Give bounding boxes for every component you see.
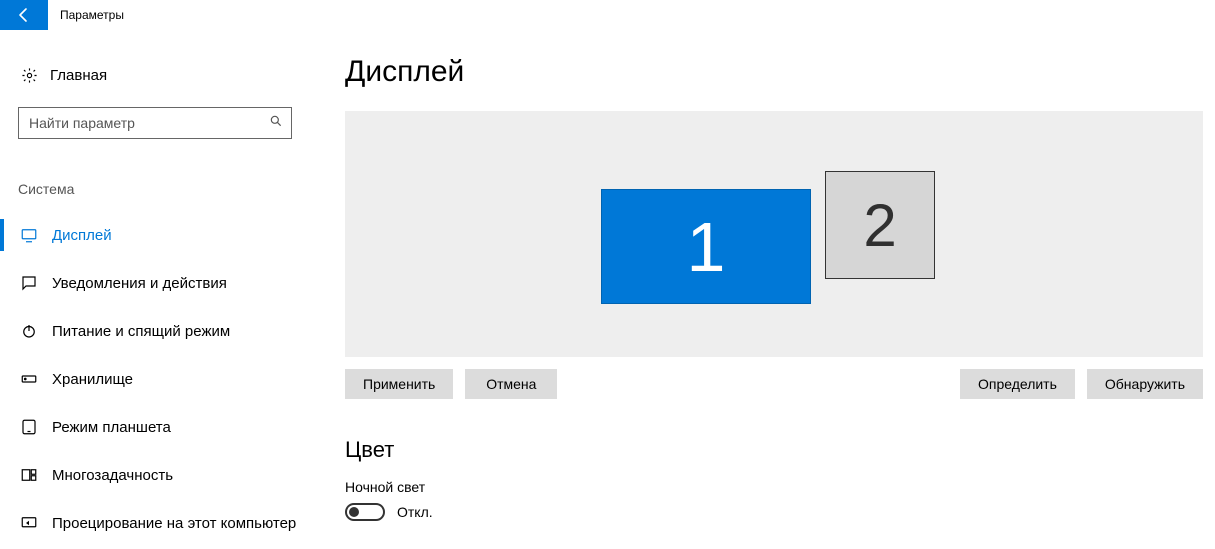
main-content: Дисплей 1 2 Применить Отмена Определить … [310, 30, 1215, 549]
toggle-knob [349, 507, 359, 517]
arrow-left-icon [16, 7, 32, 23]
nav-item-power[interactable]: Питание и спящий режим [0, 307, 310, 355]
color-section-title: Цвет [345, 437, 1203, 463]
gear-icon [18, 67, 40, 84]
night-light-toggle[interactable] [345, 503, 385, 521]
identify-button[interactable]: Определить [960, 369, 1075, 399]
nav-label: Режим планшета [52, 419, 171, 436]
titlebar: Параметры [0, 0, 1215, 30]
nav-item-projecting[interactable]: Проецирование на этот компьютер [0, 499, 310, 547]
nav-item-tablet[interactable]: Режим планшета [0, 403, 310, 451]
multitask-icon [18, 466, 40, 484]
monitor-1-label: 1 [687, 207, 726, 287]
search-box[interactable] [18, 107, 292, 139]
display-arrange-area[interactable]: 1 2 [345, 111, 1203, 357]
project-icon [18, 514, 40, 532]
home-button[interactable]: Главная [0, 55, 310, 95]
detect-button[interactable]: Обнаружить [1087, 369, 1203, 399]
nav-list: Дисплей Уведомления и действия Питание и… [0, 211, 310, 547]
nav-item-notifications[interactable]: Уведомления и действия [0, 259, 310, 307]
monitor-2-label: 2 [863, 191, 896, 260]
home-label: Главная [50, 67, 107, 84]
chat-icon [18, 274, 40, 292]
search-input[interactable] [27, 114, 269, 132]
nav-label: Хранилище [52, 371, 133, 388]
storage-icon [18, 370, 40, 388]
back-button[interactable] [0, 0, 48, 30]
window-title: Параметры [48, 0, 124, 30]
nav-label: Проецирование на этот компьютер [52, 515, 296, 532]
tablet-icon [18, 418, 40, 436]
arrange-buttons: Применить Отмена Определить Обнаружить [345, 369, 1203, 399]
nav-item-multitask[interactable]: Многозадачность [0, 451, 310, 499]
search-icon [269, 114, 283, 133]
monitor-2[interactable]: 2 [825, 171, 935, 279]
monitor-1[interactable]: 1 [601, 189, 811, 304]
nav-label: Уведомления и действия [52, 275, 227, 292]
nav-label: Многозадачность [52, 467, 173, 484]
nav-label: Питание и спящий режим [52, 323, 230, 340]
nav-item-storage[interactable]: Хранилище [0, 355, 310, 403]
sidebar: Главная Система Дисплей Ув [0, 30, 310, 549]
page-title: Дисплей [345, 55, 1203, 89]
apply-button[interactable]: Применить [345, 369, 453, 399]
category-label: Система [0, 181, 310, 197]
night-light-label: Ночной свет [345, 479, 1203, 495]
nav-item-display[interactable]: Дисплей [0, 211, 310, 259]
cancel-button[interactable]: Отмена [465, 369, 557, 399]
nav-label: Дисплей [52, 227, 112, 244]
monitor-icon [18, 226, 40, 244]
power-icon [18, 322, 40, 340]
night-light-state: Откл. [397, 504, 433, 520]
